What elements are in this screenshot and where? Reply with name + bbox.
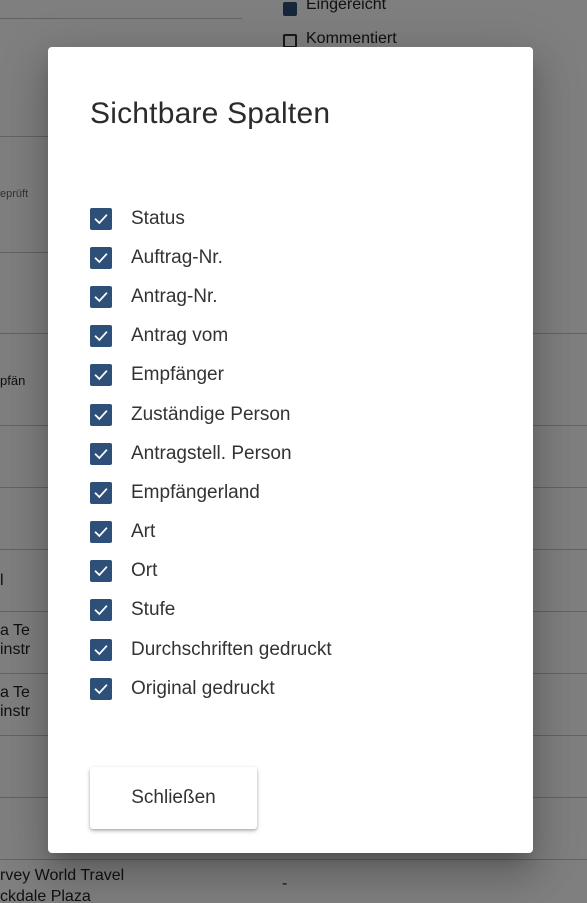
column-option[interactable]: Durchschriften gedruckt [90,630,332,669]
column-option-label: Empfänger [131,364,224,386]
dialog-title: Sichtbare Spalten [90,97,331,130]
column-option-label: Art [131,521,156,543]
column-option[interactable]: Original gedruckt [90,669,332,708]
column-option-label: Original gedruckt [131,677,275,699]
checkbox-checked-icon[interactable] [90,560,112,583]
column-option-label: Stufe [131,599,176,621]
column-option-label: Auftrag-Nr. [131,246,223,268]
checkbox-checked-icon[interactable] [90,403,112,426]
column-option-label: Zuständige Person [131,403,291,425]
checkbox-checked-icon[interactable] [90,599,112,622]
column-option[interactable]: Empfänger [90,356,332,395]
column-option[interactable]: Antragstell. Person [90,434,332,473]
checkbox-checked-icon[interactable] [90,246,112,269]
checkbox-checked-icon[interactable] [90,521,112,544]
column-option[interactable]: Status [90,199,332,238]
close-button[interactable]: Schließen [90,767,257,829]
column-option-label: Status [131,207,185,229]
column-option[interactable]: Antrag vom [90,317,332,356]
checkbox-checked-icon[interactable] [90,325,112,348]
column-option-label: Antrag-Nr. [131,285,218,307]
checkbox-checked-icon[interactable] [90,481,112,504]
checkbox-checked-icon[interactable] [90,364,112,387]
visible-columns-dialog: Sichtbare Spalten Status Auftrag-Nr. Antra… [48,47,533,853]
checkbox-checked-icon[interactable] [90,207,112,230]
column-checkbox-list: Status Auftrag-Nr. Antrag-Nr. Antrag vom Emp… [90,199,332,708]
checkbox-checked-icon[interactable] [90,638,112,661]
column-option[interactable]: Stufe [90,591,332,630]
checkbox-checked-icon[interactable] [90,677,112,700]
column-option[interactable]: Zuständige Person [90,395,332,434]
column-option[interactable]: Empfängerland [90,473,332,512]
checkbox-checked-icon[interactable] [90,442,112,465]
column-option-label: Empfängerland [131,481,260,503]
column-option[interactable]: Auftrag-Nr. [90,238,332,277]
checkbox-checked-icon[interactable] [90,285,112,308]
column-option-label: Durchschriften gedruckt [131,638,332,660]
column-option[interactable]: Antrag-Nr. [90,277,332,316]
column-option-label: Antrag vom [131,325,229,347]
column-option-label: Antragstell. Person [131,442,292,464]
column-option[interactable]: Art [90,513,332,552]
column-option[interactable]: Ort [90,552,332,591]
column-option-label: Ort [131,560,158,582]
